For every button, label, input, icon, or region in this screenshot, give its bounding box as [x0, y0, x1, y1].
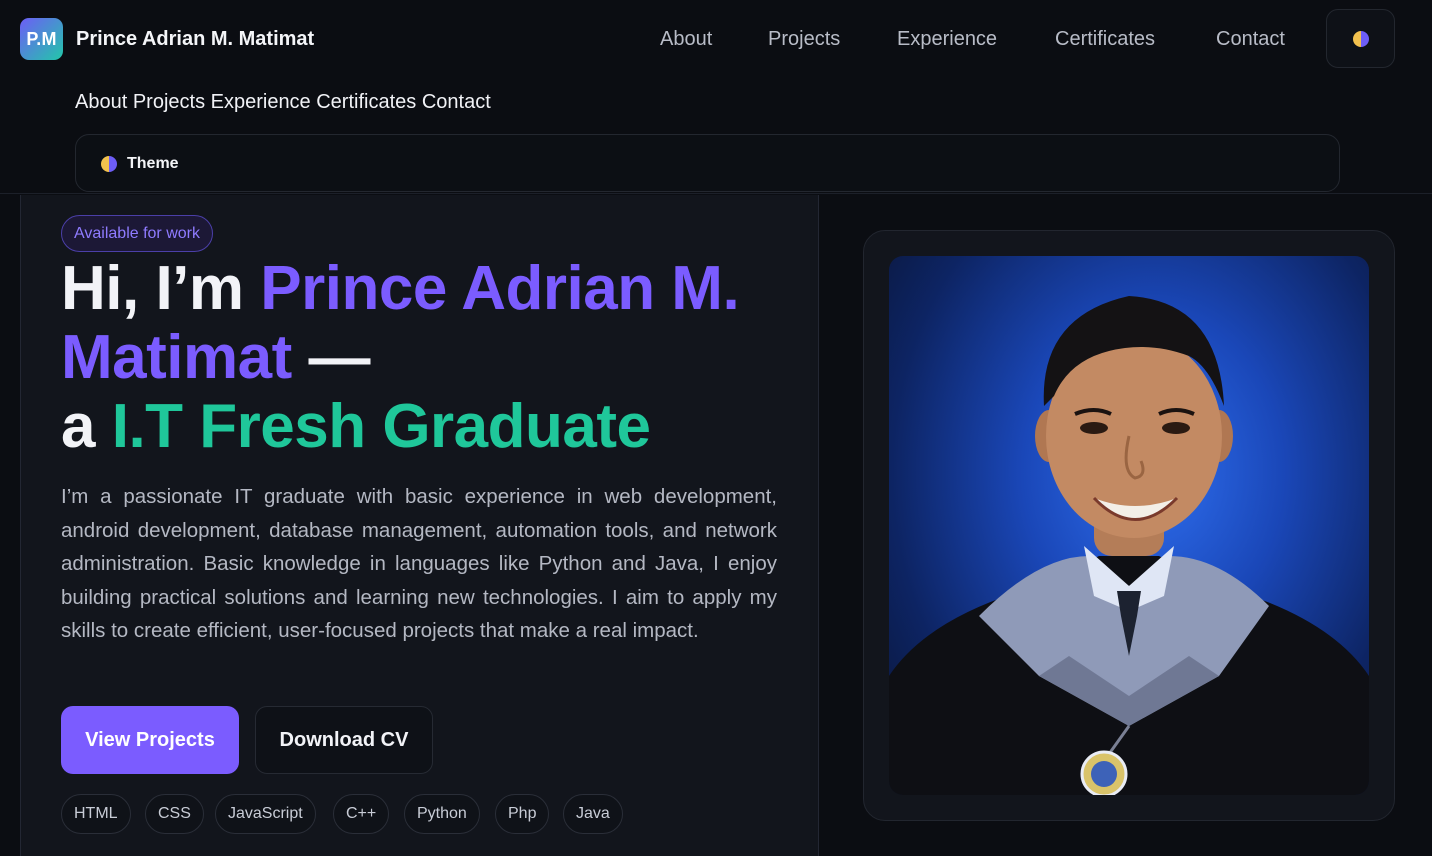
nav-link-experience[interactable]: Experience	[897, 28, 997, 51]
skill-chips: HTML CSS JavaScript C++ Python Php Java	[0, 794, 800, 834]
half-moon-icon	[101, 156, 117, 172]
mobile-theme-toggle[interactable]: Theme	[75, 134, 1340, 192]
top-navbar: P.M Prince Adrian M. Matimat About Proje…	[0, 0, 1432, 194]
skill-chip-php: Php	[495, 794, 550, 834]
view-projects-button[interactable]: View Projects	[61, 706, 239, 774]
skill-chip-css: CSS	[145, 794, 204, 834]
name-first-part: Prince Adrian M.	[260, 254, 740, 323]
download-cv-button[interactable]: Download CV	[255, 706, 433, 774]
skill-chip-html: HTML	[61, 794, 131, 834]
name-last-part: Matimat	[61, 323, 292, 392]
skill-chip-javascript: JavaScript	[215, 794, 316, 834]
portrait-illustration	[889, 296, 1369, 795]
role-text: I.T Fresh Graduate	[111, 392, 651, 461]
half-moon-icon	[1352, 30, 1369, 47]
hero-headline: Hi, I’m Prince Adrian M. Matimat — a I.T…	[61, 254, 801, 461]
nav-link-certificates[interactable]: Certificates	[1055, 28, 1155, 51]
availability-badge: Available for work	[61, 215, 213, 252]
greeting-text: Hi, I’m	[61, 254, 261, 323]
nav-link-projects[interactable]: Projects	[768, 28, 840, 51]
nav-link-about[interactable]: About	[660, 28, 712, 51]
theme-label: Theme	[127, 155, 179, 172]
skill-chip-python: Python	[404, 794, 480, 834]
graduation-portrait	[889, 256, 1369, 795]
role-article: a	[61, 392, 112, 461]
nav-link-contact[interactable]: Contact	[1216, 28, 1285, 51]
mobile-nav-links[interactable]: About Projects Experience Certificates C…	[75, 91, 491, 114]
hero-description: I’m a passionate IT graduate with basic …	[61, 485, 777, 643]
headline-dash: —	[291, 323, 370, 392]
theme-toggle-button[interactable]	[1326, 9, 1395, 68]
skill-chip-cpp: C++	[333, 794, 390, 834]
main-nav: About Projects Experience Certificates C…	[0, 28, 1432, 52]
skill-chip-java: Java	[563, 794, 623, 834]
